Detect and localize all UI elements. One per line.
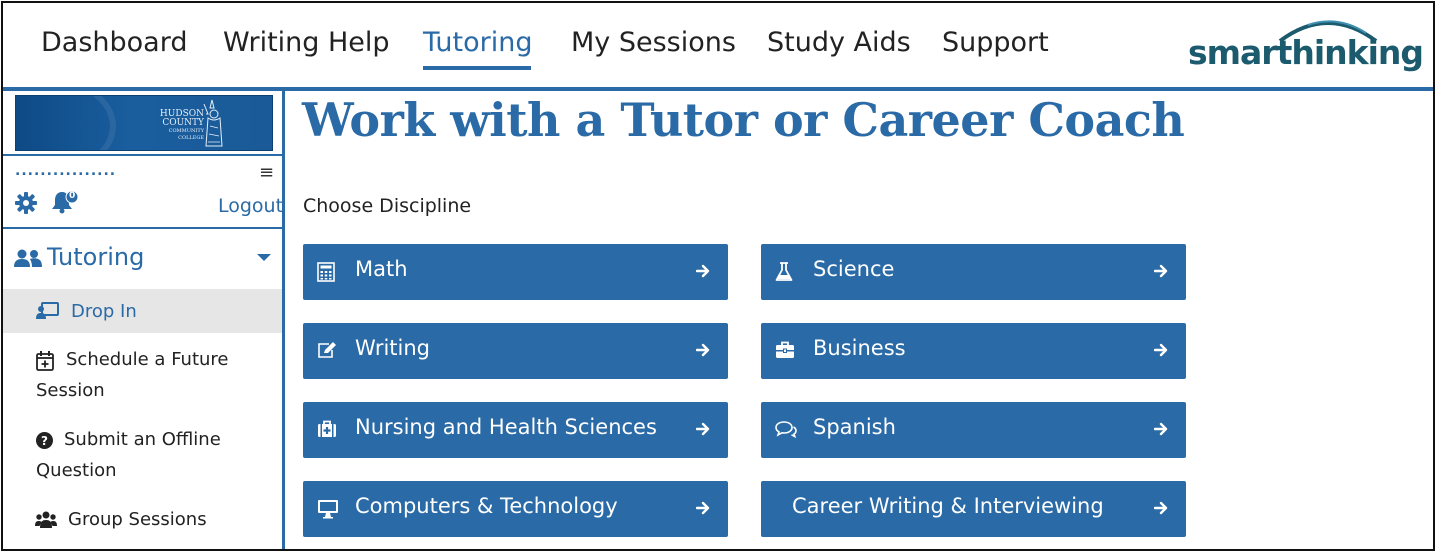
discipline-math-button[interactable]: Math [303,244,728,300]
arrow-right-icon [696,501,710,515]
edit-icon [318,342,336,358]
sidebar-item-schedule-session[interactable]: Schedule a Future Session [3,343,282,407]
sidebar-item-label: Group Sessions [68,509,207,530]
briefcase-icon [776,341,794,358]
gear-icon[interactable] [15,192,37,214]
nav-dashboard[interactable]: Dashboard [41,27,187,58]
logo-text: smarthinking [1188,33,1424,72]
discipline-nursing-button[interactable]: Nursing and Health Sciences [303,402,728,458]
arrow-right-icon [696,343,710,357]
sidebar-item-label-line1: Schedule a Future [66,349,229,370]
notifications-bell-icon[interactable]: 0 [51,189,81,219]
statue-of-liberty-icon [203,99,223,147]
discipline-spanish-button[interactable]: Spanish [761,402,1186,458]
chevron-down-icon [257,254,271,261]
tutoring-section-label: Tutoring [47,243,145,271]
discipline-label: Business [813,336,906,360]
sidebar-item-drop-in[interactable]: Drop In [3,289,282,333]
nav-support[interactable]: Support [942,27,1049,58]
nav-my-sessions[interactable]: My Sessions [571,27,736,58]
top-nav: Dashboard Writing Help Tutoring My Sessi… [3,3,1433,89]
sidebar-item-offline-question[interactable]: ? Submit an Offline Question [3,423,282,487]
drop-in-icon [36,302,59,319]
arrow-right-icon [1154,343,1168,357]
sidebar-item-label-line2: Session [36,380,105,401]
nav-study-aids[interactable]: Study Aids [767,27,911,58]
discipline-business-button[interactable]: Business [761,323,1186,379]
discipline-label: Nursing and Health Sciences [355,415,657,439]
nav-tutoring[interactable]: Tutoring [423,27,532,58]
page-title: Work with a Tutor or Career Coach [302,93,1185,147]
arrow-right-icon [696,264,710,278]
discipline-computers-button[interactable]: Computers & Technology [303,481,728,537]
monitor-icon [318,500,338,519]
sidebar-divider [3,154,282,156]
arrow-right-icon [1154,501,1168,515]
sidebar-item-label: Drop In [71,301,137,322]
smarthinking-logo[interactable]: smarthinking [1188,11,1424,77]
sidebar: HUDSON COUNTY COMMUNITY COLLEGE ........… [3,91,285,549]
chat-icon [775,421,797,438]
discipline-label: Writing [355,336,430,360]
arrow-right-icon [696,422,710,436]
hamburger-menu-icon[interactable]: ≡ [259,164,274,182]
main-content: Work with a Tutor or Career Coach Choose… [286,91,1433,549]
calculator-icon [317,262,335,282]
discipline-label: Spanish [813,415,896,439]
group-icon [35,511,57,528]
discipline-label: Career Writing & Interviewing [792,494,1104,518]
discipline-career-writing-button[interactable]: Career Writing & Interviewing [761,481,1186,537]
question-circle-icon: ? [36,432,53,449]
discipline-label: Science [813,257,895,281]
sidebar-divider [3,227,282,229]
choose-discipline-label: Choose Discipline [303,195,472,217]
college-banner: HUDSON COUNTY COMMUNITY COLLEGE [15,95,273,151]
banner-swoosh [16,96,116,150]
arrow-right-icon [1154,264,1168,278]
username-masked: ................ [15,163,117,179]
discipline-label: Computers & Technology [355,494,618,518]
notification-count-badge: 0 [69,191,76,201]
app-frame: Dashboard Writing Help Tutoring My Sessi… [1,1,1435,551]
medkit-icon [318,420,336,437]
calendar-plus-icon [36,351,54,371]
tutoring-section-toggle[interactable]: Tutoring [3,237,282,283]
discipline-science-button[interactable]: Science [761,244,1186,300]
arrow-right-icon [1154,422,1168,436]
nav-active-underline [423,66,531,70]
discipline-writing-button[interactable]: Writing [303,323,728,379]
sidebar-item-label-line1: Submit an Offline [64,429,221,450]
sidebar-item-group-sessions[interactable]: Group Sessions [3,503,282,539]
users-icon [14,249,42,267]
discipline-label: Math [355,257,408,281]
sidebar-item-label-line2: Question [36,460,117,481]
svg-text:?: ? [41,434,48,448]
logout-link[interactable]: Logout [218,195,283,217]
flask-icon [775,262,793,281]
nav-writing-help[interactable]: Writing Help [223,27,390,58]
